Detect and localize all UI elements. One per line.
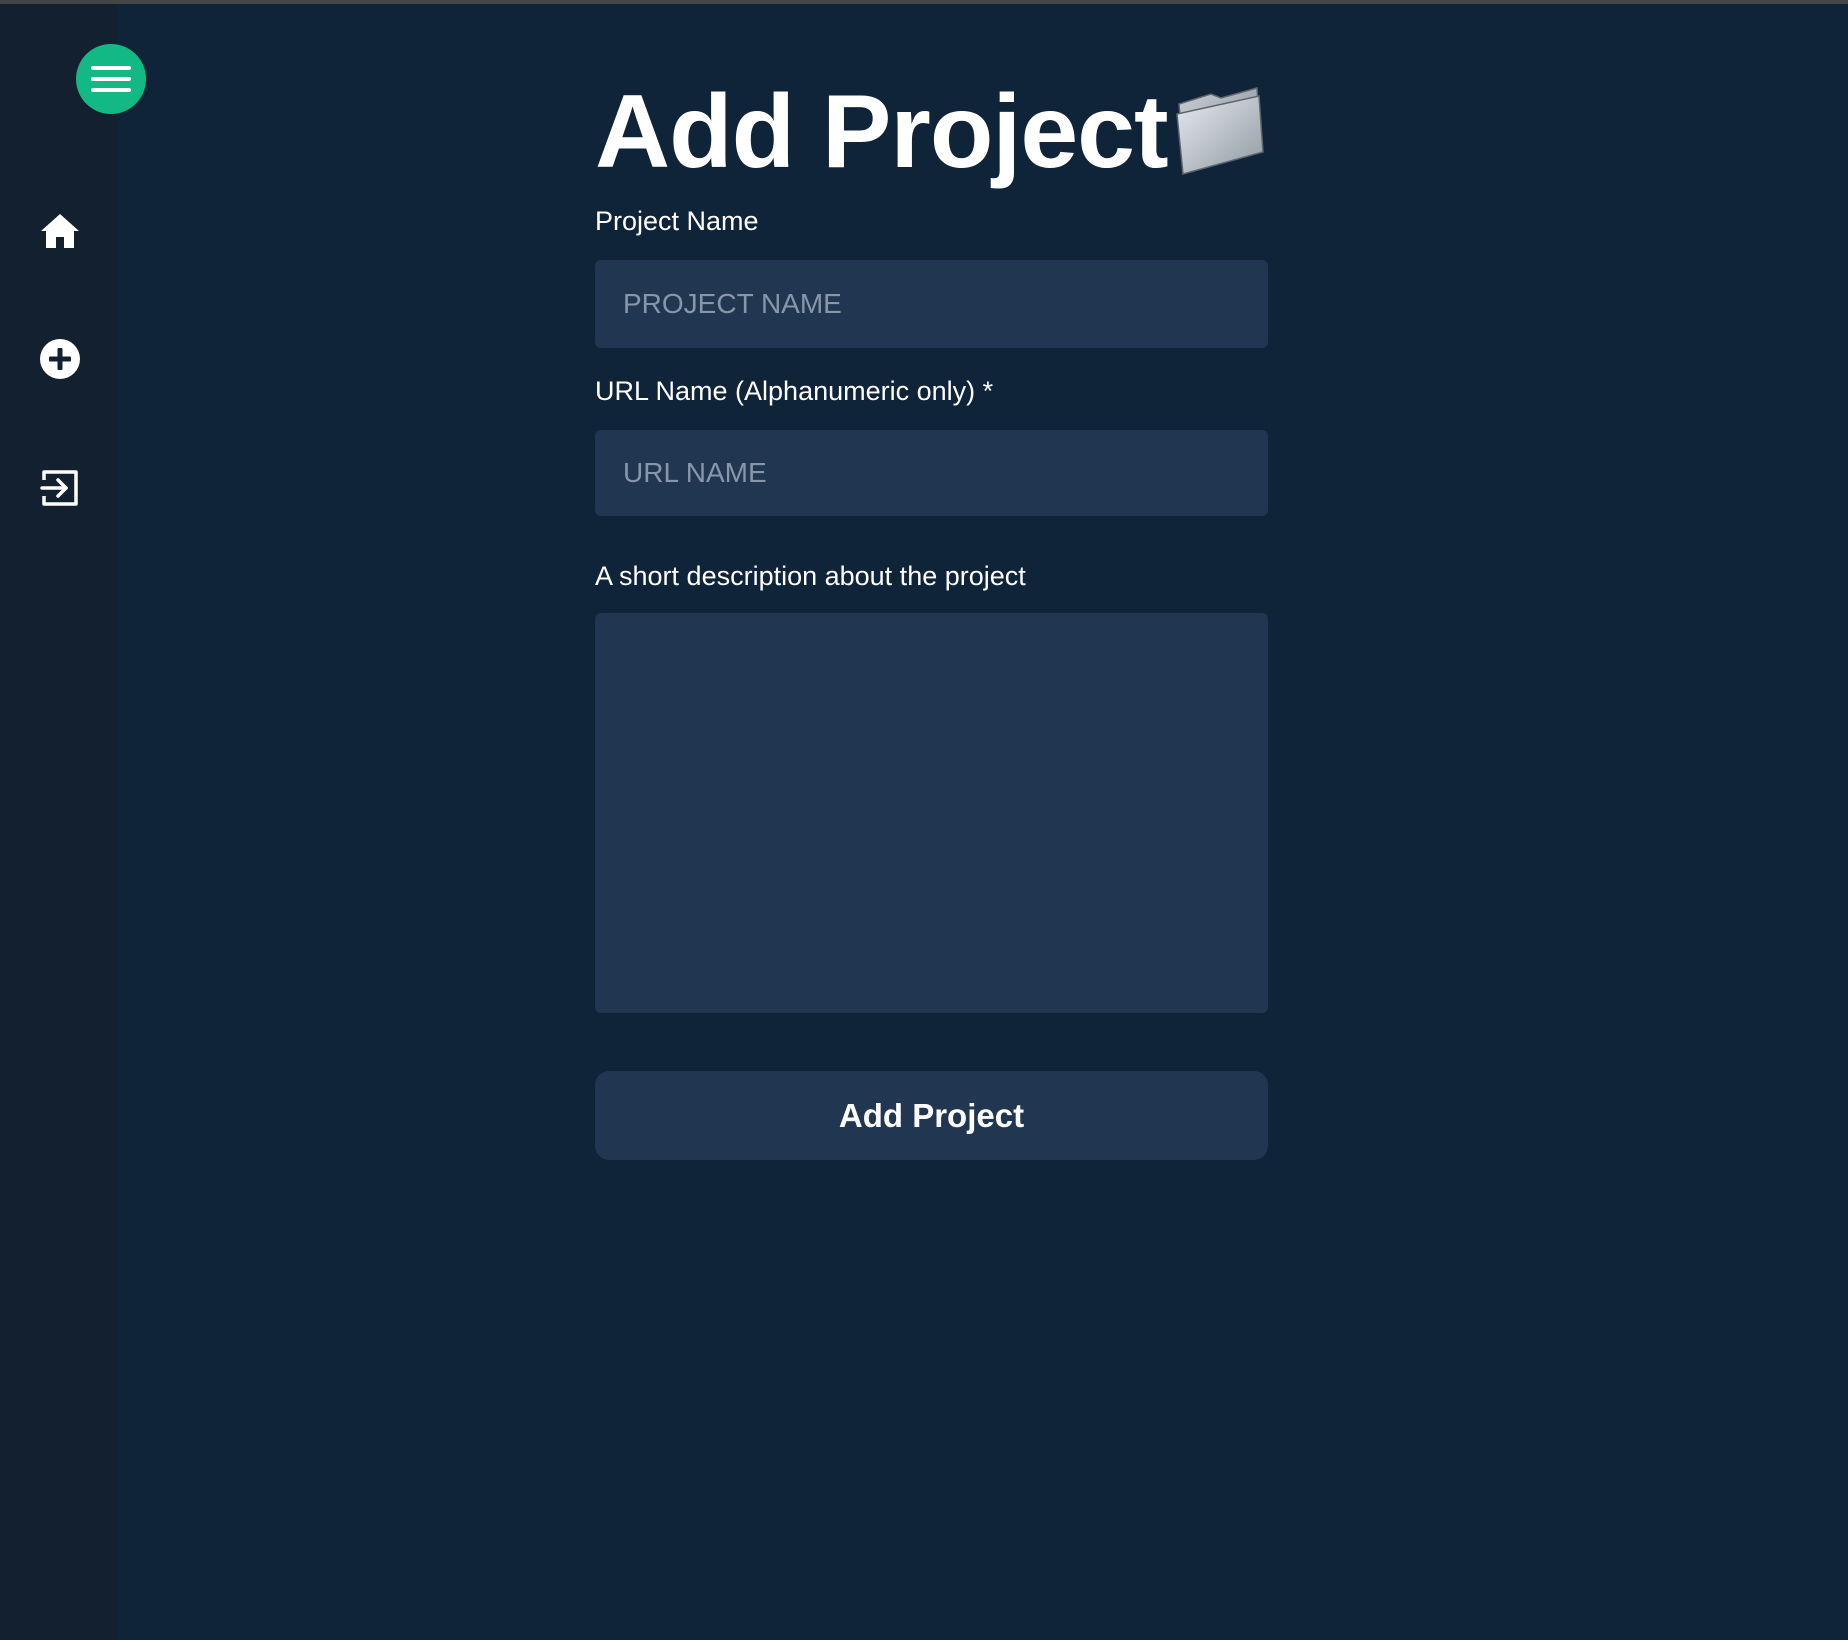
description-label: A short description about the project	[595, 561, 1026, 591]
sidebar	[0, 4, 146, 1640]
add-project-button[interactable]: Add Project	[595, 1071, 1268, 1160]
folder-icon	[1176, 87, 1264, 175]
home-icon	[41, 214, 79, 248]
window-top-border	[0, 0, 1848, 4]
plus-circle-icon	[40, 339, 80, 379]
hamburger-menu-icon	[91, 66, 131, 92]
sidebar-item-home[interactable]	[38, 209, 82, 253]
menu-toggle-button[interactable]	[76, 44, 146, 114]
sidebar-item-add[interactable]	[38, 337, 82, 381]
url-name-input[interactable]	[595, 430, 1268, 516]
sign-in-icon	[40, 470, 78, 506]
project-name-input[interactable]	[595, 260, 1268, 348]
sidebar-item-sign-in[interactable]	[38, 466, 82, 510]
project-name-label: Project Name	[595, 206, 759, 236]
url-name-label: URL Name (Alphanumeric only) *	[595, 376, 994, 406]
page-title: Add Project	[595, 74, 1169, 190]
description-textarea[interactable]	[595, 613, 1268, 1013]
